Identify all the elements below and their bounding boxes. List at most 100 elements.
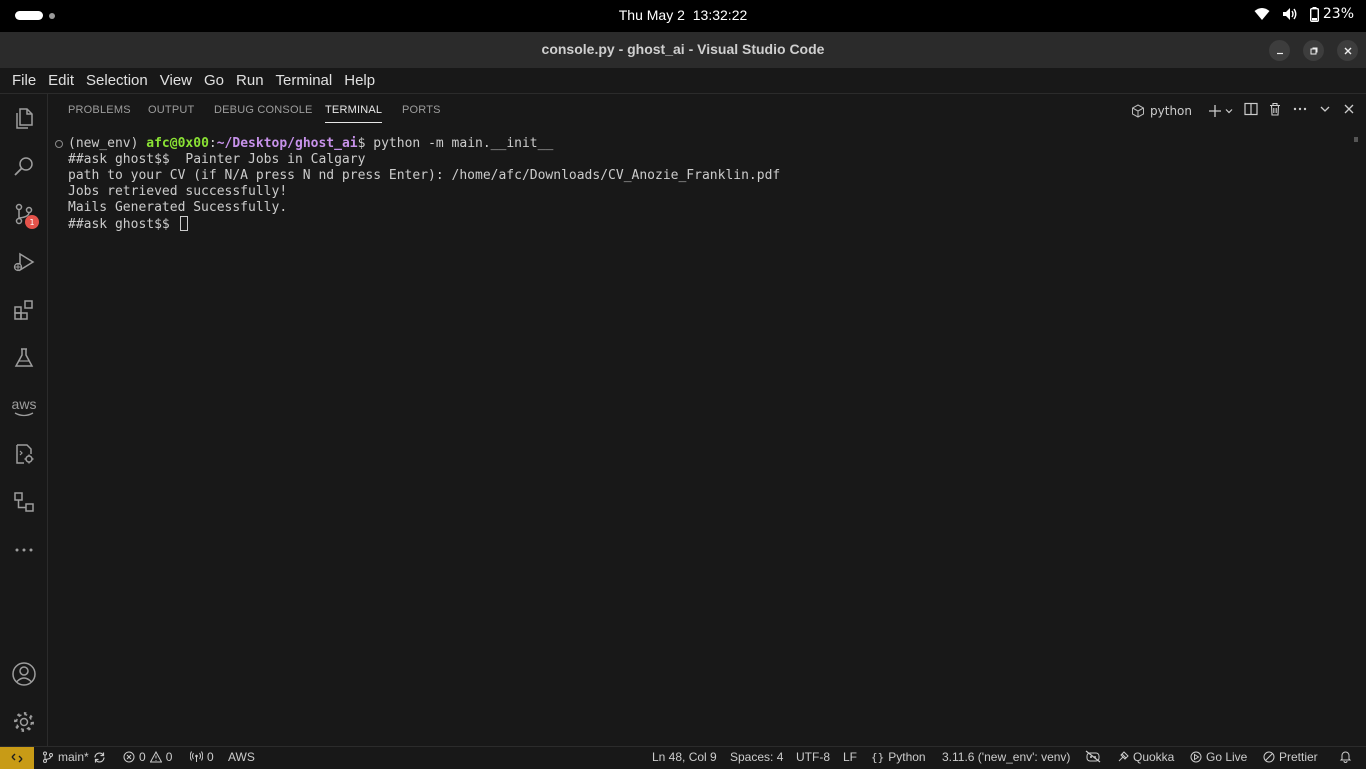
more-actions-button[interactable]	[1292, 102, 1308, 119]
menu-run[interactable]: Run	[230, 72, 270, 89]
close-window-button[interactable]	[1337, 40, 1358, 61]
kill-terminal-button[interactable]	[1268, 102, 1282, 119]
remote-explorer-button[interactable]	[0, 430, 48, 478]
terminal-output[interactable]: (new_env) afc@0x00:~/Desktop/ghost_ai$ p…	[49, 136, 1349, 232]
prettier-status[interactable]: Prettier	[1263, 750, 1318, 764]
sync-icon	[94, 751, 105, 763]
python-interpreter[interactable]: 3.11.6 ('new_env': venv)	[942, 750, 1070, 764]
copilot-status[interactable]	[1085, 750, 1101, 763]
manage-button[interactable]	[0, 698, 48, 746]
menu-selection[interactable]: Selection	[80, 72, 154, 89]
line-endings[interactable]: LF	[843, 750, 857, 764]
go-live-button[interactable]: Go Live	[1190, 750, 1247, 764]
plus-icon	[1209, 104, 1221, 117]
tab-terminal[interactable]: TERMINAL	[325, 104, 383, 123]
prompt-path: ~/Desktop/ghost_ai	[216, 136, 358, 151]
panel-tabs: PROBLEMS OUTPUT DEBUG CONSOLE TERMINAL P…	[49, 94, 1366, 128]
ellipsis-icon	[1293, 107, 1307, 111]
extensions-button[interactable]	[0, 286, 48, 334]
ports-count: 0	[207, 750, 214, 764]
warning-icon	[149, 751, 162, 763]
maximize-button[interactable]	[1303, 40, 1324, 61]
split-terminal-button[interactable]	[1244, 102, 1258, 119]
split-icon	[1244, 102, 1258, 116]
encoding-text: UTF-8	[796, 750, 830, 764]
tab-output[interactable]: OUTPUT	[148, 104, 194, 116]
error-count: 0	[139, 750, 146, 764]
cursor-position-text: Ln 48, Col 9	[652, 750, 717, 764]
scm-badge: 1	[25, 215, 39, 229]
window-title-bar[interactable]: console.py - ghost_ai - Visual Studio Co…	[0, 32, 1366, 68]
system-top-bar: Thu May 2 13:32:22 23%	[0, 0, 1366, 32]
cursor-position[interactable]: Ln 48, Col 9	[652, 750, 717, 764]
indentation[interactable]: Spaces: 4	[730, 750, 783, 764]
tab-ports[interactable]: PORTS	[402, 104, 441, 116]
system-tray[interactable]: 23%	[1254, 6, 1354, 22]
quokka-status[interactable]: Quokka	[1117, 750, 1174, 764]
interpreter-text: 3.11.6 ('new_env': venv)	[942, 750, 1071, 764]
testing-button[interactable]	[0, 334, 48, 382]
language-mode[interactable]: {} Python	[871, 750, 926, 764]
terminal-scrollbar[interactable]	[1354, 137, 1358, 142]
aws-label: AWS	[228, 750, 255, 764]
menu-help[interactable]: Help	[338, 72, 381, 89]
terminal-profile[interactable]: python	[1131, 104, 1192, 118]
files-icon	[16, 108, 33, 129]
wifi-icon	[1254, 7, 1270, 21]
branch-indicator[interactable]: main*	[42, 750, 106, 764]
chevron-down-icon	[1225, 108, 1233, 113]
close-icon	[1344, 104, 1354, 114]
maximize-panel-button[interactable]	[1318, 102, 1332, 119]
aws-status[interactable]: AWS	[228, 750, 255, 764]
notifications-button[interactable]	[1339, 750, 1352, 763]
broadcast-icon	[190, 751, 203, 762]
tab-problems[interactable]: PROBLEMS	[68, 104, 131, 116]
menu-go[interactable]: Go	[198, 72, 230, 89]
close-panel-button[interactable]	[1342, 102, 1356, 119]
command-decoration[interactable]	[55, 140, 63, 148]
menu-terminal[interactable]: Terminal	[270, 72, 339, 89]
minimize-icon	[1276, 52, 1283, 54]
gear-icon	[14, 712, 34, 732]
broadcast-icon	[1190, 751, 1202, 763]
new-terminal-button[interactable]	[1208, 104, 1234, 118]
terminal-line: path to your CV (if N/A press N nd press…	[68, 168, 781, 183]
volume-icon	[1282, 7, 1298, 21]
clock-time: 13:32:22	[692, 7, 748, 23]
flask-icon	[14, 348, 34, 367]
problems-indicator[interactable]: 0 0	[123, 750, 172, 764]
search-icon	[14, 157, 33, 176]
minimize-button[interactable]	[1269, 40, 1290, 61]
aws-toolkit-button[interactable]: aws	[0, 382, 48, 430]
prettier-text: Prettier	[1279, 750, 1318, 764]
remote-indicator[interactable]	[0, 747, 34, 769]
panel-actions: python	[1131, 102, 1356, 119]
encoding[interactable]: UTF-8	[796, 750, 830, 764]
menu-file[interactable]: File	[6, 72, 42, 89]
terminal-line: Jobs retrieved successfully!	[68, 184, 288, 199]
source-control-button[interactable]: 1	[0, 190, 48, 238]
menu-view[interactable]: View	[154, 72, 198, 89]
run-debug-button[interactable]	[0, 238, 48, 286]
terminal-prompt-line[interactable]: ##ask ghost$$	[49, 216, 1349, 232]
python-cube-icon	[1132, 103, 1145, 118]
explorer-button[interactable]	[0, 94, 48, 142]
braces-icon: {}	[871, 750, 885, 764]
branch-name: main*	[58, 750, 89, 764]
extensions-icon	[14, 300, 33, 320]
tab-debug-console[interactable]: DEBUG CONSOLE	[214, 104, 313, 116]
ports-indicator[interactable]: 0	[190, 750, 214, 764]
terminal-profile-name: python	[1150, 103, 1192, 118]
chevron-down-icon	[1320, 106, 1330, 112]
run-debug-icon	[13, 252, 35, 272]
aws-icon: aws	[11, 395, 37, 412]
search-button[interactable]	[0, 142, 48, 190]
language-text: Python	[888, 750, 926, 764]
clock[interactable]: Thu May 2 13:32:22	[0, 7, 1366, 23]
terminal-command-line: (new_env) afc@0x00:~/Desktop/ghost_ai$ p…	[49, 136, 1349, 152]
clock-date: Thu May 2	[618, 7, 685, 23]
diagram-button[interactable]	[0, 478, 48, 526]
accounts-button[interactable]	[0, 650, 48, 698]
more-views-button[interactable]	[0, 526, 48, 574]
menu-edit[interactable]: Edit	[42, 72, 80, 89]
